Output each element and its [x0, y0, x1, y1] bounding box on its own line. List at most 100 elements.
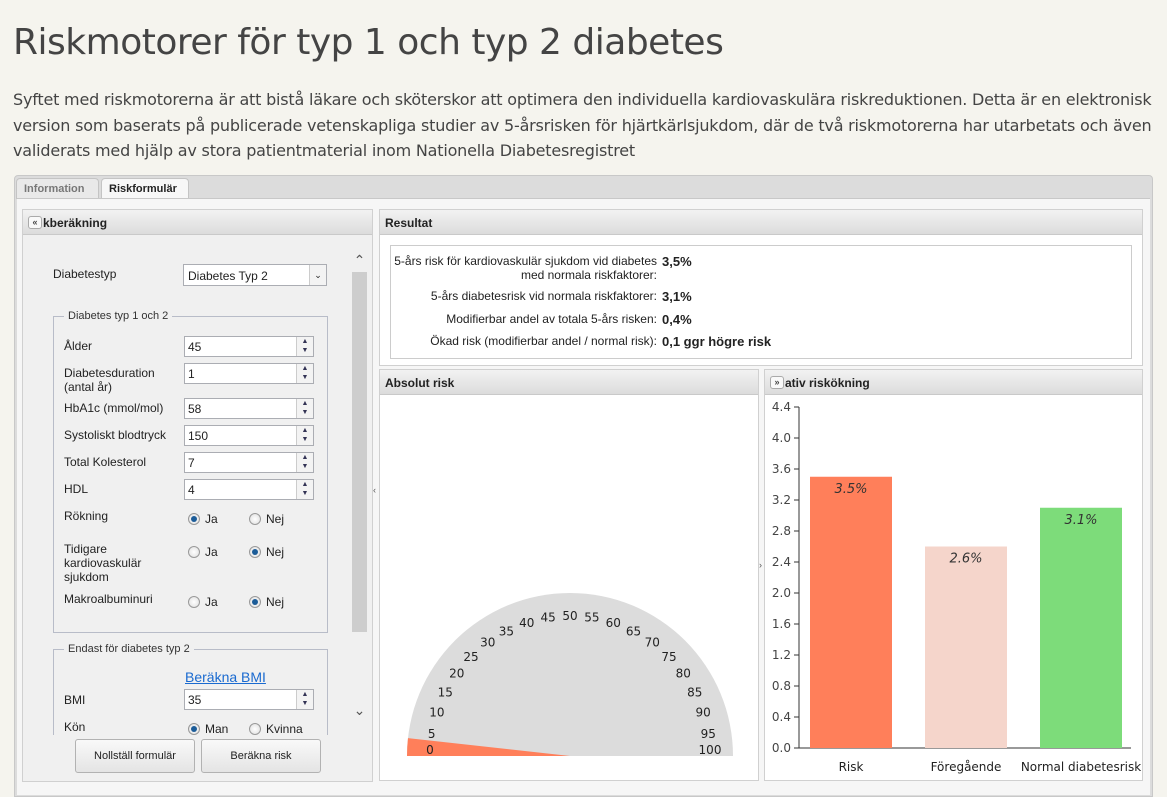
result-row: 5-års risk för kardiovaskulär sjukdom vi…	[387, 254, 691, 282]
rokning-ja-radio[interactable]: Ja	[188, 512, 218, 526]
y-tick-label: 0.0	[772, 741, 791, 755]
double-chevron-right-icon[interactable]: »	[770, 376, 784, 389]
tab-riskformular[interactable]: Riskformulär	[101, 178, 189, 200]
bar-risk	[810, 476, 892, 748]
result-row: 5-års diabetesrisk vid normala riskfakto…	[387, 289, 692, 305]
gauge-tick-label: 15	[438, 685, 453, 699]
radio-unchecked-icon	[249, 723, 261, 735]
makro-nej-radio[interactable]: Nej	[249, 595, 284, 609]
field-label-hdl: HDL	[64, 482, 89, 496]
duration-value: 1	[188, 367, 195, 381]
result-value: 0,1 ggr högre risk	[662, 334, 772, 349]
hba1c-input[interactable]: 58 ▲ ▼	[184, 398, 314, 419]
bar-föregående	[925, 546, 1007, 748]
scrollbar-thumb[interactable]	[352, 272, 367, 632]
y-tick-label: 1.2	[772, 648, 791, 662]
alder-input[interactable]: 45 ▲ ▼	[184, 336, 314, 357]
gauge-tick-label: 100	[699, 743, 722, 757]
group2-legend: Endast för diabetes typ 2	[68, 643, 190, 655]
diabetestyp-select[interactable]: Diabetes Typ 2 ⌄	[183, 264, 327, 286]
tidigare-ja-radio[interactable]: Ja	[188, 545, 218, 559]
spinner-arrows-icon[interactable]: ▲ ▼	[296, 453, 313, 472]
tidigare-nej-radio[interactable]: Nej	[249, 545, 284, 559]
kon-kvinna-radio[interactable]: Kvinna	[249, 722, 303, 735]
gauge-tick-label: 25	[463, 650, 478, 664]
radio-unchecked-icon	[188, 546, 200, 558]
result-row: Modifierbar andel av totala 5-års risken…	[387, 312, 692, 328]
gauge-tick-label: 35	[499, 624, 514, 638]
gauge-tick-label: 60	[606, 616, 621, 630]
double-chevron-left-icon[interactable]: «	[28, 216, 42, 229]
y-tick-label: 4.0	[772, 431, 791, 445]
hdl-input[interactable]: 4 ▲ ▼	[184, 479, 314, 500]
blodtryck-value: 150	[188, 429, 209, 443]
x-category-label: Risk	[839, 760, 864, 774]
gauge-tick-label: 65	[626, 624, 641, 638]
spinner-arrows-icon[interactable]: ▲ ▼	[296, 364, 313, 383]
spinner-arrows-icon[interactable]: ▲ ▼	[296, 337, 313, 356]
radio-label: Nej	[266, 545, 285, 559]
berakna-bmi-link[interactable]: Beräkna BMI	[185, 669, 266, 685]
result-label: Modifierbar andel av totala 5-års risken…	[446, 312, 657, 326]
kon-label: Kön	[64, 720, 86, 734]
y-tick-label: 3.6	[772, 462, 791, 476]
chart-title: ativ riskökning	[785, 376, 870, 390]
relative-risk-panel: » ativ riskökning 0.0 0.4 0.8 1.2 1.6 2.0 2.4 2.…	[764, 369, 1143, 781]
kolesterol-value: 7	[188, 456, 195, 470]
gauge-tick-label: 10	[429, 706, 444, 720]
kon-row: Kön Man Kvinna	[40, 715, 360, 735]
result-row: Ökad risk (modifierbar andel / normal ri…	[387, 334, 771, 350]
group1-legend: Diabetes typ 1 och 2	[68, 310, 169, 322]
reset-form-button[interactable]: Nollställ formulär	[75, 739, 195, 773]
form-panel-header: «kberäkning	[23, 210, 372, 235]
makro-ja-radio[interactable]: Ja	[188, 595, 218, 609]
radio-label: Ja	[205, 545, 218, 559]
form-panel-title: kberäkning	[43, 216, 108, 230]
x-category-label: Normal diabetesrisk	[1021, 760, 1141, 774]
x-category-label: Föregående	[931, 760, 1002, 774]
scroll-up-icon[interactable]: ⌃	[352, 252, 367, 272]
bmi-label: BMI	[64, 693, 86, 707]
diabetestyp-label: Diabetestyp	[53, 267, 117, 281]
radio-checked-icon	[249, 596, 261, 608]
spinner-arrows-icon[interactable]: ▲ ▼	[296, 690, 313, 709]
hba1c-value: 58	[188, 402, 202, 416]
spinner-arrows-icon[interactable]: ▲ ▼	[296, 480, 313, 499]
y-tick-label: 2.8	[772, 524, 791, 538]
y-tick-label: 0.4	[772, 710, 791, 724]
blodtryck-input[interactable]: 150 ▲ ▼	[184, 425, 314, 446]
scroll-down-icon[interactable]: ⌄	[352, 702, 367, 722]
bmi-input[interactable]: 35 ▲ ▼	[184, 689, 314, 710]
calculate-risk-button[interactable]: Beräkna risk	[201, 739, 321, 773]
radio-checked-icon	[188, 513, 200, 525]
rokning-nej-radio[interactable]: Nej	[249, 512, 284, 526]
result-label: 5-års diabetesrisk vid normala riskfakto…	[430, 289, 657, 303]
tidigare-label: Tidigare kardiovaskulär sjukdom	[64, 542, 142, 584]
kolesterol-input[interactable]: 7 ▲ ▼	[184, 452, 314, 473]
bar-normal-diabetesrisk	[1040, 507, 1122, 748]
spinner-arrows-icon[interactable]: ▲ ▼	[296, 399, 313, 418]
radio-checked-icon	[249, 546, 261, 558]
chevron-down-icon: ⌄	[309, 265, 326, 285]
gauge-tick-label: 70	[645, 636, 660, 650]
tab-information[interactable]: Information	[16, 178, 99, 199]
relative-risk-header: » ativ riskökning	[765, 370, 1142, 395]
spinner-arrows-icon[interactable]: ▲ ▼	[296, 426, 313, 445]
absolute-risk-header: Absolut risk	[380, 370, 758, 395]
diabetestyp-value: Diabetes Typ 2	[188, 269, 268, 283]
rokning-label: Rökning	[64, 509, 109, 523]
radio-checked-icon	[188, 723, 200, 735]
y-tick-label: 2.0	[772, 586, 791, 600]
duration-input[interactable]: 1 ▲ ▼	[184, 363, 314, 384]
field-label-blodtryck: Systoliskt blodtryck	[64, 428, 167, 442]
kon-man-radio[interactable]: Man	[188, 722, 228, 735]
radio-label: Kvinna	[266, 722, 303, 735]
radio-label: Ja	[205, 512, 218, 526]
radio-unchecked-icon	[249, 513, 261, 525]
result-value: 0,4%	[662, 312, 692, 327]
radio-label: Nej	[266, 512, 285, 526]
page-title: Riskmotorer för typ 1 och typ 2 diabetes	[13, 22, 724, 63]
result-value: 3,1%	[662, 289, 692, 304]
bmi-value: 35	[188, 693, 202, 707]
gauge-tick-label: 55	[584, 611, 599, 625]
